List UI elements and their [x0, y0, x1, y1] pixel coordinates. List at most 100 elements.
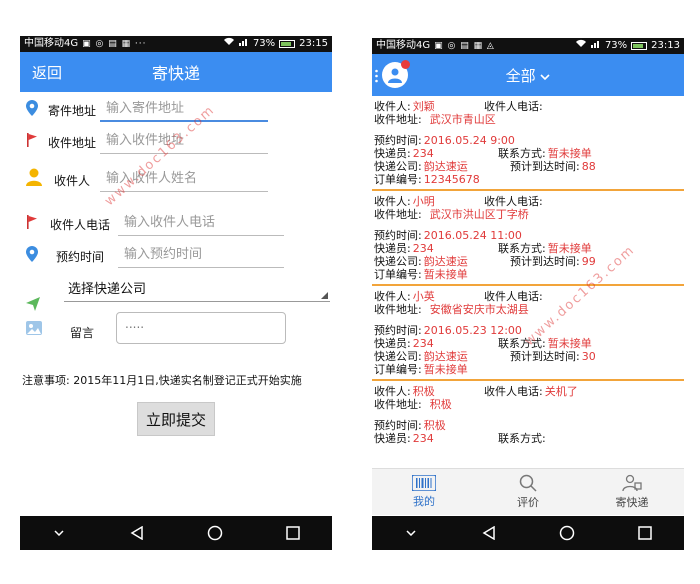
order-card[interactable]: 收件人: 积极 收件人电话: 关机了 收件地址: 积极 预约时间: 积极 快递员: 234 联…: [372, 381, 684, 448]
back-button[interactable]: 返回: [32, 62, 62, 83]
appointment-value: 2016.05.23 12:00: [423, 324, 522, 337]
receiver-label: 收件人:: [374, 385, 411, 398]
company-label: 快递公司:: [374, 255, 422, 268]
order-no-value: 暂未接单: [423, 363, 468, 376]
courier-company-value: 选择快递公司: [68, 282, 147, 297]
receiver-phone-row: 收件人电话: [20, 210, 332, 236]
company-label: 快递公司:: [374, 350, 422, 363]
receiver-phone-input[interactable]: [118, 210, 284, 236]
submit-button[interactable]: 立即提交: [137, 402, 215, 436]
notice-text: 注意事项: 2015年11月1日,快递实名制登记正式开始实施: [22, 374, 302, 387]
app-header: 返回 寄快递: [20, 52, 332, 92]
nav-home-icon[interactable]: [555, 521, 579, 545]
chevron-down-icon: [540, 73, 550, 80]
filter-title-text: 全部: [505, 66, 536, 85]
order-no-value: 12345678: [423, 173, 480, 186]
appointment-label: 预约时间:: [374, 419, 422, 432]
receiver-name-input[interactable]: [100, 166, 268, 192]
nav-back-icon[interactable]: [477, 521, 501, 545]
tab-review[interactable]: 评价: [476, 469, 580, 515]
order-no-label: 订单编号:: [374, 363, 422, 376]
bottom-tab-bar: 我的 评价 寄快递: [372, 468, 684, 515]
filter-title[interactable]: 全部: [506, 65, 551, 86]
appointment-label: 预约时间:: [374, 134, 422, 147]
receiver-address-label: 收件地址:: [374, 113, 422, 126]
appointment-value: 积极: [423, 419, 446, 432]
clock: 23:15: [299, 38, 328, 49]
contact-value: 暂未接单: [547, 147, 592, 160]
carrier-text: 中国移动4G: [24, 38, 79, 49]
receiver-phone-label: 收件人电话:: [484, 195, 543, 208]
nav-recents-icon[interactable]: [281, 521, 305, 545]
receiver-phone-value: 关机了: [544, 385, 578, 398]
more-menu-icon[interactable]: [375, 68, 378, 83]
appointment-time-input[interactable]: [118, 242, 284, 268]
courier-value: 234: [412, 242, 434, 255]
page-title: 寄快递: [151, 64, 200, 83]
receiver-name-row: 收件人: [20, 166, 332, 192]
sender-address-label: 寄件地址: [48, 104, 97, 118]
tab-review-label: 评价: [517, 496, 539, 509]
appointment-value: 2016.05.24 9:00: [423, 134, 515, 147]
signal-icon: [238, 36, 249, 52]
appointment-time-label: 预约时间: [56, 250, 105, 264]
paper-plane-icon: [26, 296, 40, 315]
location-pin-icon: [26, 246, 40, 262]
appointment-label: 预约时间:: [374, 324, 422, 337]
android-nav-bar: [372, 516, 684, 550]
receiver-phone-label: 收件人电话: [50, 218, 111, 232]
battery-percent: 73%: [252, 38, 276, 49]
courier-company-select[interactable]: 选择快递公司: [64, 280, 330, 302]
receiver-label: 收件人:: [374, 290, 411, 303]
order-no-value: 暂未接单: [423, 268, 468, 281]
carrier-text: 中国移动4G: [376, 40, 431, 51]
receiver-address-input[interactable]: [100, 128, 268, 154]
order-card[interactable]: 收件人: 小英 收件人电话: 收件地址: 安徽省安庆市太湖县 预约时间: 2016.05…: [372, 286, 684, 381]
order-card[interactable]: 收件人: 小明 收件人电话: 收件地址: 武汉市洪山区丁字桥 预约时间: 2016.05…: [372, 191, 684, 286]
contact-label: 联系方式:: [498, 147, 546, 160]
image-icon: [26, 320, 42, 339]
receiver-value: 小明: [412, 195, 435, 208]
notification-icons: ▣ ◎ ▤ ▦ ◬: [434, 41, 495, 51]
nav-recents-icon[interactable]: [633, 521, 657, 545]
right-phone-screen: 中国移动4G ▣ ◎ ▤ ▦ ◬ 73% 23:13 全部 收件人: 刘颖 收件…: [372, 38, 684, 550]
receiver-phone-label: 收件人电话:: [484, 100, 543, 113]
status-bar: 中国移动4G ▣ ◎ ▤ ▦ ◬ 73% 23:13: [372, 38, 684, 54]
eta-value: 88: [581, 160, 596, 173]
chevron-down-icon[interactable]: [47, 521, 71, 545]
tab-send[interactable]: 寄快递: [580, 469, 684, 515]
location-pin-icon: [26, 100, 40, 116]
contact-value: 暂未接单: [547, 242, 592, 255]
chevron-down-icon[interactable]: [399, 521, 423, 545]
notification-icons: ▣ ◎ ▤ ▦ ···: [82, 39, 147, 49]
receiver-address-row: 收件地址: [20, 128, 332, 154]
avatar[interactable]: [382, 60, 410, 88]
courier-label: 快递员:: [374, 147, 411, 160]
order-card[interactable]: 收件人: 刘颖 收件人电话: 收件地址: 武汉市青山区 预约时间: 2016.05.24…: [372, 96, 684, 191]
courier-value: 234: [412, 432, 434, 445]
receiver-value: 积极: [412, 385, 435, 398]
tab-mine[interactable]: 我的: [372, 469, 476, 515]
receiver-address-value: 武汉市洪山区丁字桥: [429, 208, 529, 221]
order-no-label: 订单编号:: [374, 268, 422, 281]
receiver-address-value: 武汉市青山区: [429, 113, 496, 126]
message-input[interactable]: .....: [116, 312, 286, 344]
receiver-value: 小英: [412, 290, 435, 303]
courier-label: 快递员:: [374, 432, 411, 445]
company-value: 韵达速运: [423, 160, 468, 173]
nav-home-icon[interactable]: [203, 521, 227, 545]
sender-address-input[interactable]: [100, 96, 268, 122]
company-label: 快递公司:: [374, 160, 422, 173]
company-value: 韵达速运: [423, 255, 468, 268]
message-label: 留言: [70, 326, 95, 340]
receiver-address-label: 收件地址: [48, 136, 97, 150]
contact-label: 联系方式:: [498, 337, 546, 350]
app-header: 全部: [372, 54, 684, 96]
nav-back-icon[interactable]: [125, 521, 149, 545]
battery-percent: 73%: [604, 40, 628, 51]
order-list[interactable]: 收件人: 刘颖 收件人电话: 收件地址: 武汉市青山区 预约时间: 2016.05.24…: [372, 96, 684, 468]
contact-label: 联系方式:: [498, 432, 546, 445]
eta-value: 99: [581, 255, 596, 268]
receiver-label: 收件人:: [374, 195, 411, 208]
receiver-value: 刘颖: [412, 100, 435, 113]
